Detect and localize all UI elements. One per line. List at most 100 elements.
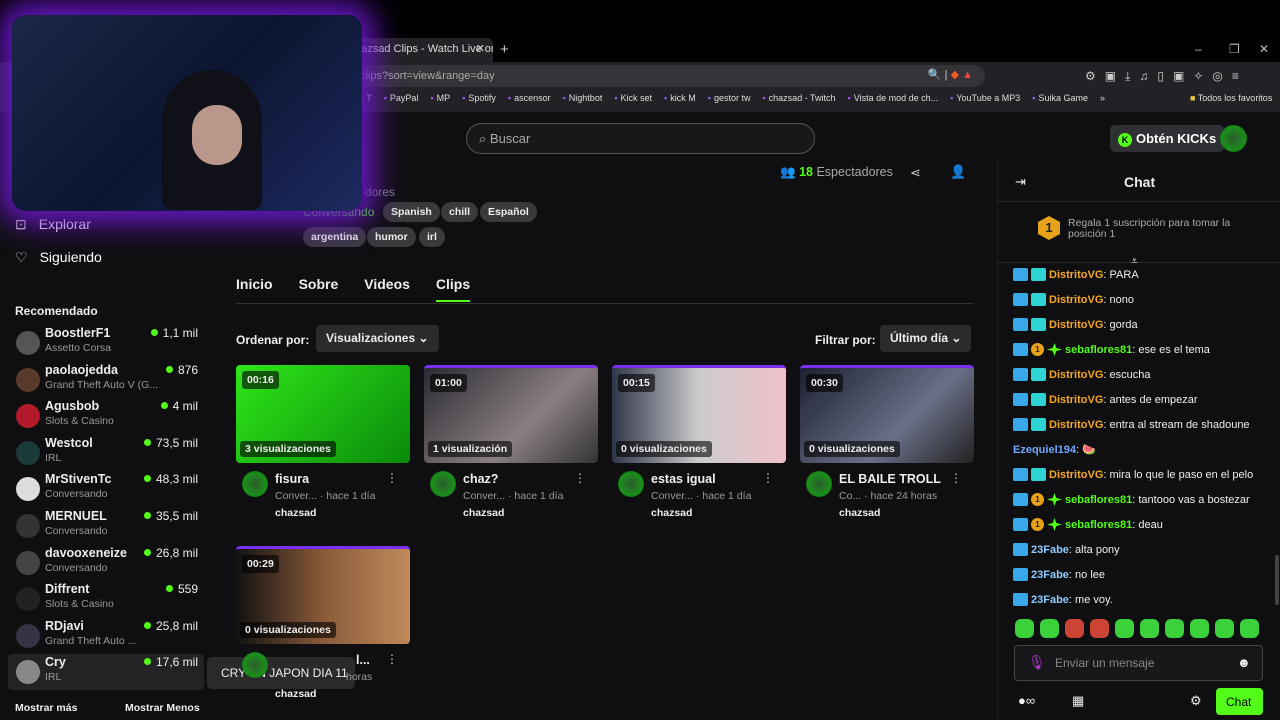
store-icon[interactable]: ▦ bbox=[1072, 693, 1084, 709]
emote-icon[interactable] bbox=[1115, 619, 1134, 638]
bookmark[interactable]: ▪ ascensor bbox=[508, 93, 551, 103]
sidebar-channel[interactable]: MrStivenTc Conversando 48,3 mil bbox=[8, 471, 204, 507]
clip-username[interactable]: chazsad bbox=[463, 507, 504, 519]
sidebar-channel[interactable]: MERNUEL Conversando 35,5 mil bbox=[8, 508, 204, 544]
tag[interactable]: Spanish bbox=[383, 202, 440, 222]
sidebar-channel[interactable]: Westcol IRL 73,5 mil bbox=[8, 435, 204, 471]
collapse-chat-icon[interactable]: ⇥ bbox=[1015, 174, 1026, 190]
clip-category[interactable]: Conver... bbox=[651, 490, 693, 502]
clip-category[interactable]: Conver... bbox=[463, 490, 505, 502]
bookmark[interactable]: ▪ PayPal bbox=[384, 93, 419, 103]
clip-title[interactable]: fisura bbox=[275, 472, 309, 486]
maximize-button[interactable]: ❐ bbox=[1229, 42, 1240, 56]
tab-sobre[interactable]: Sobre bbox=[299, 276, 339, 302]
clip-username[interactable]: chazsad bbox=[275, 507, 316, 519]
brave-shield-icon[interactable]: ◆ bbox=[951, 69, 959, 81]
chat-username[interactable]: 23Fabe bbox=[1031, 569, 1069, 581]
tag[interactable]: argentina bbox=[303, 227, 367, 247]
emote-icon[interactable] bbox=[1165, 619, 1184, 638]
emote-icon[interactable] bbox=[1040, 619, 1059, 638]
send-chat-button[interactable]: Chat bbox=[1216, 688, 1263, 715]
more-options-icon[interactable]: ⋮ bbox=[574, 471, 586, 485]
chat-username[interactable]: DistritoVG bbox=[1049, 369, 1103, 381]
clip-thumbnail[interactable]: 00:30 0 visualizaciones bbox=[800, 365, 974, 463]
clip-channel-avatar[interactable] bbox=[242, 471, 268, 497]
tab-inicio[interactable]: Inicio bbox=[236, 276, 273, 302]
tab-close-icon[interactable]: ✕ bbox=[476, 42, 485, 55]
sidebar-channel[interactable]: Diffrent Slots & Casino 559 bbox=[8, 581, 204, 617]
clip-card[interactable]: 00:16 3 visualizaciones fisura Conver... · … bbox=[236, 365, 410, 519]
emote-icon[interactable] bbox=[1090, 619, 1109, 638]
sidebar-item-siguiendo[interactable]: ♡ Siguiendo bbox=[15, 249, 102, 266]
tag[interactable]: chill bbox=[441, 202, 479, 222]
sidebar-channel[interactable]: paolaojedda Grand Theft Auto V (G... 876 bbox=[8, 362, 204, 398]
settings-icon[interactable]: ⚙ bbox=[1190, 693, 1202, 709]
new-tab-button[interactable]: + bbox=[500, 41, 509, 58]
clip-title[interactable]: chaz? bbox=[463, 472, 498, 486]
clip-title[interactable]: l... bbox=[356, 653, 370, 667]
clip-card[interactable]: 00:30 0 visualizaciones EL BAILE TROLL Co..… bbox=[800, 365, 974, 519]
filter-dropdown[interactable]: Último día ⌄ bbox=[880, 325, 972, 352]
clip-thumbnail[interactable]: 01:00 1 visualización bbox=[424, 365, 598, 463]
sort-dropdown[interactable]: Visualizaciones ⌄ bbox=[316, 325, 439, 352]
chat-username[interactable]: DistritoVG bbox=[1049, 469, 1103, 481]
clip-card[interactable]: 00:29 0 visualizaciones l... horas chazsad ⋮ bbox=[236, 546, 410, 700]
emote-icon[interactable] bbox=[1065, 619, 1084, 638]
emote-icon[interactable] bbox=[1140, 619, 1159, 638]
tab-clips[interactable]: Clips bbox=[435, 276, 471, 302]
more-options-icon[interactable]: ⋮ bbox=[386, 652, 398, 666]
clip-channel-avatar[interactable] bbox=[618, 471, 644, 497]
bookmark[interactable]: ▪ Kick set bbox=[614, 93, 652, 103]
clip-thumbnail[interactable]: 00:16 3 visualizaciones bbox=[236, 365, 410, 463]
chat-username[interactable]: sebaflores81 bbox=[1065, 519, 1132, 531]
get-kicks-button[interactable]: K Obtén KICKs bbox=[1110, 125, 1225, 152]
search-input[interactable]: ⌕ Buscar bbox=[466, 123, 815, 154]
clip-channel-avatar[interactable] bbox=[242, 652, 268, 678]
tag[interactable]: humor bbox=[367, 227, 416, 247]
chat-username[interactable]: 23Fabe bbox=[1031, 544, 1069, 556]
pinned-gift-message[interactable]: Regala 1 suscripción para tomar la posic… bbox=[1068, 218, 1248, 240]
bookmark[interactable]: ▪ MP bbox=[430, 93, 450, 103]
bookmark[interactable]: ▪ chazsad - Twitch bbox=[762, 93, 835, 103]
bookmark[interactable]: ▪ YouTube a MP3 bbox=[950, 93, 1020, 103]
rewards-icon[interactable]: ▲ bbox=[962, 69, 973, 81]
clip-card[interactable]: 01:00 1 visualización chaz? Conver... · hac… bbox=[424, 365, 598, 519]
close-window-button[interactable]: ✕ bbox=[1259, 42, 1269, 56]
chat-username[interactable]: sebaflores81 bbox=[1065, 344, 1132, 356]
emoji-icon[interactable]: ☻ bbox=[1237, 655, 1251, 670]
clip-username[interactable]: chazsad bbox=[839, 507, 880, 519]
tag[interactable]: irl bbox=[419, 227, 445, 247]
clip-username[interactable]: chazsad bbox=[275, 688, 316, 700]
clip-thumbnail[interactable]: 00:15 0 visualizaciones bbox=[612, 365, 786, 463]
chat-username[interactable]: sebaflores81 bbox=[1065, 494, 1132, 506]
points-icon[interactable]: ●∞ bbox=[1018, 693, 1035, 708]
emote-icon[interactable] bbox=[1240, 619, 1259, 638]
sidebar-channel[interactable]: Agusbob Slots & Casino 4 mil bbox=[8, 398, 204, 434]
clip-category[interactable]: Conver... bbox=[275, 490, 317, 502]
more-options-icon[interactable]: ⋮ bbox=[950, 471, 962, 485]
share-icon[interactable]: ⋖ bbox=[910, 165, 921, 181]
extension-icons[interactable]: ⚙▣⤓♫▯▣✧◎≡ bbox=[1085, 69, 1248, 84]
tab-videos[interactable]: Videos bbox=[364, 276, 410, 302]
microphone-icon[interactable]: 🎙 bbox=[1028, 654, 1046, 671]
chat-username[interactable]: 23Fabe bbox=[1031, 594, 1069, 606]
clip-thumbnail[interactable]: 00:29 0 visualizaciones bbox=[236, 546, 410, 644]
sidebar-channel[interactable]: BoostlerF1 Assetto Corsa 1,1 mil bbox=[8, 325, 204, 361]
tag[interactable]: Español bbox=[480, 202, 537, 222]
chat-username[interactable]: Ezequiel194 bbox=[1013, 444, 1076, 456]
bookmarks-overflow-button[interactable]: » bbox=[1100, 93, 1105, 103]
sidebar-channel[interactable]: Cry IRL 17,6 mil bbox=[8, 654, 204, 691]
bookmark[interactable]: ▪ Vista de mod de ch... bbox=[848, 93, 939, 103]
chat-username[interactable]: DistritoVG bbox=[1049, 394, 1103, 406]
clip-username[interactable]: chazsad bbox=[651, 507, 692, 519]
bookmark[interactable]: ▪ gestor tw bbox=[708, 93, 751, 103]
emote-icon[interactable] bbox=[1215, 619, 1234, 638]
chat-username[interactable]: DistritoVG bbox=[1049, 319, 1103, 331]
more-options-icon[interactable]: ⋮ bbox=[762, 471, 774, 485]
more-options-icon[interactable]: ⋮ bbox=[386, 471, 398, 485]
show-more-button[interactable]: Mostrar más bbox=[15, 702, 77, 714]
bookmark[interactable]: ▪ Suika Game bbox=[1032, 93, 1088, 103]
user-avatar[interactable] bbox=[1220, 125, 1247, 152]
clip-category[interactable]: Co... bbox=[839, 490, 861, 502]
all-favorites[interactable]: ■ Todos los favoritos bbox=[1190, 93, 1272, 103]
